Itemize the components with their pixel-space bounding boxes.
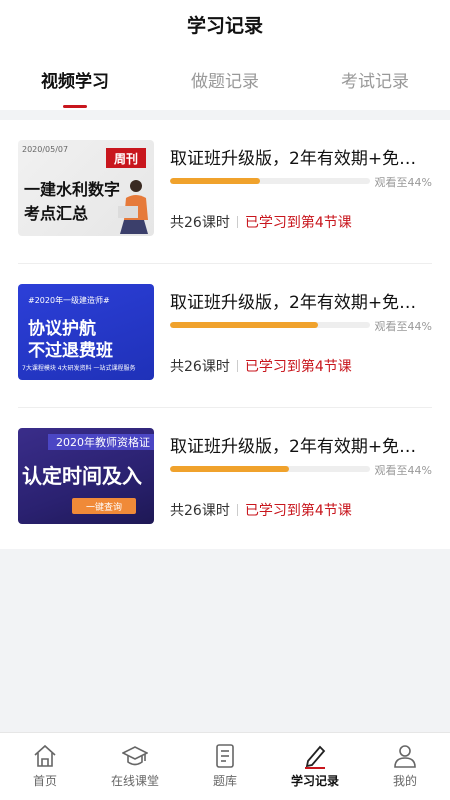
total-lessons: 共26课时 (170, 359, 230, 375)
thumbnail-subheadline: 考点汇总 (24, 204, 89, 223)
nav-question-bank[interactable]: 题库 (180, 733, 270, 800)
thumbnail-query-button: 一键查询 (72, 498, 136, 514)
thumbnail-banner: 2020年教师资格证 (48, 434, 154, 450)
thumbnail-headline: 认定时间及入 (22, 464, 142, 488)
thumbnail-subheadline: 不过退费班 (28, 341, 113, 361)
progress-fill (170, 466, 289, 472)
graduation-cap-icon (122, 746, 148, 766)
person-illustration (118, 180, 148, 234)
course-title[interactable]: 取证班升级版，2年有效期+免费重学 (170, 432, 432, 457)
meta-divider (236, 216, 238, 228)
record-tabs: 视频学习 做题记录 考试记录 (0, 48, 450, 110)
total-lessons: 共26课时 (170, 503, 230, 519)
progress-bar (170, 466, 370, 472)
nav-label: 我的 (392, 774, 417, 788)
nav-label: 题库 (212, 774, 237, 788)
thumbnail-footer: 7大课程模块 4大研发资料 一站式课程服务 (22, 365, 136, 372)
nav-label: 在线课堂 (110, 774, 159, 788)
course-list: 2020/05/07 周刊 一建水利数字 考点汇总 取证班升级版，2年有效期+免… (0, 120, 450, 549)
nav-label: 学习记录 (290, 774, 339, 788)
nav-profile[interactable]: 我的 (360, 733, 450, 800)
watch-progress-label: 观看至44% (374, 464, 432, 477)
watch-progress-label: 观看至44% (374, 320, 432, 333)
tab-video-learning[interactable]: 视频学习 (0, 48, 150, 110)
progress-bar (170, 322, 370, 328)
course-thumbnail[interactable]: #2020年一级建造师# 协议护航 不过退费班 7大课程模块 4大研发资料 一站… (18, 284, 154, 380)
top-bar: 学习记录 (0, 0, 450, 48)
watch-progress-label: 观看至44% (374, 176, 432, 189)
nav-online-class[interactable]: 在线课堂 (90, 733, 180, 800)
progress-bar (170, 178, 370, 184)
page-title: 学习记录 (186, 14, 263, 37)
learned-progress: 已学习到第4节课 (244, 215, 352, 231)
course-item[interactable]: #2020年一级建造师# 协议护航 不过退费班 7大课程模块 4大研发资料 一站… (18, 264, 432, 408)
thumbnail-tagline: #2020年一级建造师# (28, 296, 110, 305)
learned-progress: 已学习到第4节课 (244, 503, 352, 519)
total-lessons: 共26课时 (170, 215, 230, 231)
document-icon (216, 744, 234, 768)
meta-divider (236, 360, 238, 372)
course-thumbnail[interactable]: 2020年教师资格证 认定时间及入 一键查询 (18, 428, 154, 524)
pencil-icon (305, 745, 326, 769)
learned-progress: 已学习到第4节课 (244, 359, 352, 375)
progress-fill (170, 322, 318, 328)
course-title[interactable]: 取证班升级版，2年有效期+免费重学 (170, 288, 432, 313)
course-meta: 共26课时 已学习到第4节课 (170, 212, 352, 232)
course-thumbnail[interactable]: 2020/05/07 周刊 一建水利数字 考点汇总 (18, 140, 154, 236)
user-icon (394, 745, 416, 768)
nav-study-records[interactable]: 学习记录 (270, 733, 360, 800)
nav-home[interactable]: 首页 (0, 733, 90, 800)
progress-fill (170, 178, 260, 184)
course-title[interactable]: 取证班升级版，2年有效期+免费重学 (170, 144, 432, 169)
tab-exam-records[interactable]: 考试记录 (300, 48, 450, 110)
course-item[interactable]: 2020/05/07 周刊 一建水利数字 考点汇总 取证班升级版，2年有效期+免… (18, 120, 432, 264)
thumbnail-headline: 一建水利数字 (24, 180, 121, 199)
bottom-tab-bar: 首页 在线课堂 题库 学习记录 我的 (0, 732, 450, 800)
tab-practice-records[interactable]: 做题记录 (150, 48, 300, 110)
course-item[interactable]: 2020年教师资格证 认定时间及入 一键查询 取证班升级版，2年有效期+免费重学… (18, 408, 432, 552)
meta-divider (236, 504, 238, 516)
home-icon (34, 744, 56, 767)
thumbnail-badge: 周刊 (106, 148, 146, 168)
course-meta: 共26课时 已学习到第4节课 (170, 500, 352, 520)
course-meta: 共26课时 已学习到第4节课 (170, 356, 352, 376)
nav-label: 首页 (32, 774, 57, 788)
thumbnail-date: 2020/05/07 (22, 145, 69, 154)
